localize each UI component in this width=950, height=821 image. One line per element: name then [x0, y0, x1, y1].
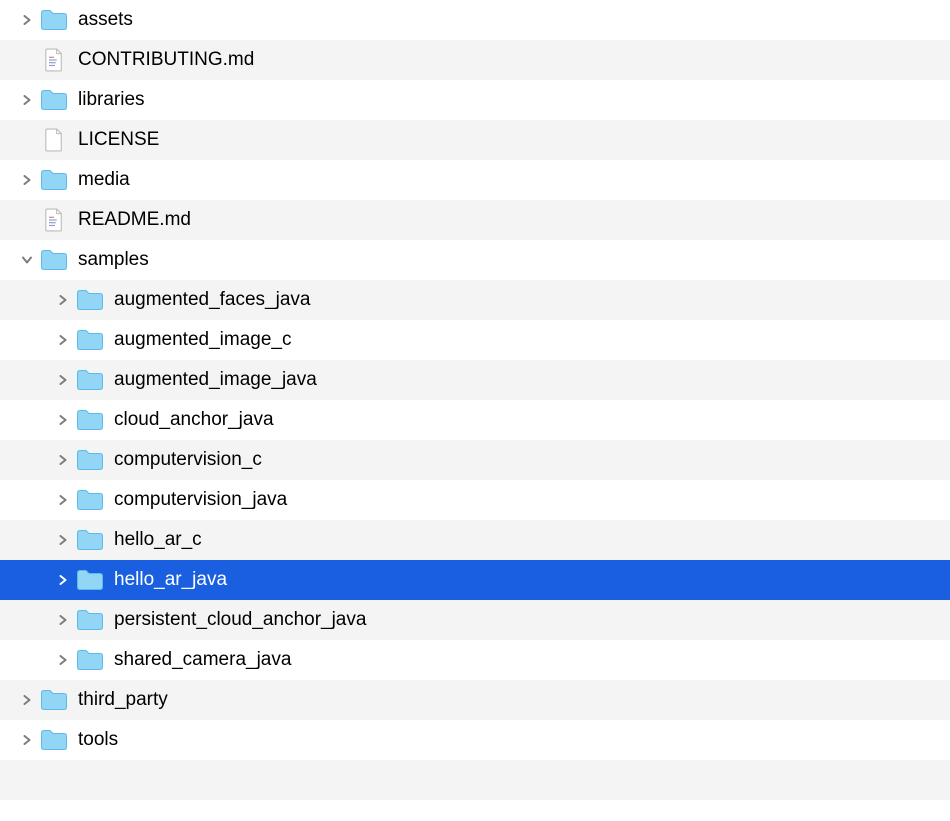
markdown-file-icon: [40, 209, 68, 231]
trailing-empty-row: [0, 760, 950, 800]
tree-item-label: media: [78, 169, 130, 191]
tree-row[interactable]: shared_camera_java: [0, 640, 950, 680]
tree-row[interactable]: cloud_anchor_java: [0, 400, 950, 440]
tree-item-label: CONTRIBUTING.md: [78, 49, 254, 71]
tree-item-label: cloud_anchor_java: [114, 409, 274, 431]
folder-icon: [76, 289, 104, 311]
tree-item-label: shared_camera_java: [114, 649, 291, 671]
chevron-right-icon[interactable]: [56, 493, 70, 507]
tree-row[interactable]: persistent_cloud_anchor_java: [0, 600, 950, 640]
tree-item-label: augmented_image_c: [114, 329, 291, 351]
tree-item-label: augmented_image_java: [114, 369, 317, 391]
tree-row[interactable]: augmented_faces_java: [0, 280, 950, 320]
tree-row[interactable]: assets: [0, 0, 950, 40]
chevron-right-icon[interactable]: [56, 573, 70, 587]
folder-icon: [76, 409, 104, 431]
folder-icon: [76, 569, 104, 591]
folder-icon: [40, 169, 68, 191]
tree-item-label: LICENSE: [78, 129, 159, 151]
folder-icon: [40, 249, 68, 271]
tree-item-label: hello_ar_java: [114, 569, 227, 591]
folder-icon: [40, 729, 68, 751]
tree-item-label: README.md: [78, 209, 191, 231]
folder-icon: [76, 329, 104, 351]
chevron-right-icon[interactable]: [20, 13, 34, 27]
folder-icon: [40, 89, 68, 111]
tree-item-label: persistent_cloud_anchor_java: [114, 609, 366, 631]
chevron-right-icon[interactable]: [56, 533, 70, 547]
chevron-right-icon[interactable]: [20, 93, 34, 107]
tree-row[interactable]: hello_ar_c: [0, 520, 950, 560]
chevron-right-icon[interactable]: [20, 733, 34, 747]
tree-row[interactable]: augmented_image_java: [0, 360, 950, 400]
markdown-file-icon: [40, 49, 68, 71]
tree-item-label: computervision_java: [114, 489, 287, 511]
tree-item-label: assets: [78, 9, 133, 31]
chevron-right-icon[interactable]: [56, 293, 70, 307]
tree-row[interactable]: computervision_c: [0, 440, 950, 480]
tree-row[interactable]: samples: [0, 240, 950, 280]
tree-item-label: augmented_faces_java: [114, 289, 310, 311]
tree-row[interactable]: LICENSE: [0, 120, 950, 160]
file-tree: assets CONTRIBUTING.md libraries LICENSE…: [0, 0, 950, 760]
chevron-right-icon[interactable]: [56, 333, 70, 347]
chevron-down-icon[interactable]: [20, 253, 34, 267]
tree-item-label: hello_ar_c: [114, 529, 202, 551]
folder-icon: [76, 649, 104, 671]
tree-row[interactable]: CONTRIBUTING.md: [0, 40, 950, 80]
chevron-right-icon[interactable]: [56, 373, 70, 387]
folder-icon: [76, 609, 104, 631]
tree-row[interactable]: libraries: [0, 80, 950, 120]
chevron-right-icon[interactable]: [56, 613, 70, 627]
chevron-right-icon[interactable]: [56, 653, 70, 667]
chevron-right-icon[interactable]: [20, 173, 34, 187]
tree-item-label: third_party: [78, 689, 168, 711]
tree-item-label: libraries: [78, 89, 145, 111]
tree-row[interactable]: augmented_image_c: [0, 320, 950, 360]
tree-row[interactable]: third_party: [0, 680, 950, 720]
folder-icon: [40, 689, 68, 711]
tree-item-label: computervision_c: [114, 449, 262, 471]
folder-icon: [76, 529, 104, 551]
chevron-right-icon[interactable]: [56, 413, 70, 427]
folder-icon: [76, 369, 104, 391]
chevron-right-icon[interactable]: [56, 453, 70, 467]
tree-row[interactable]: hello_ar_java: [0, 560, 950, 600]
folder-icon: [76, 489, 104, 511]
tree-row[interactable]: tools: [0, 720, 950, 760]
tree-item-label: samples: [78, 249, 149, 271]
tree-row[interactable]: media: [0, 160, 950, 200]
folder-icon: [40, 9, 68, 31]
folder-icon: [76, 449, 104, 471]
tree-row[interactable]: computervision_java: [0, 480, 950, 520]
chevron-right-icon[interactable]: [20, 693, 34, 707]
tree-row[interactable]: README.md: [0, 200, 950, 240]
tree-item-label: tools: [78, 729, 118, 751]
file-icon: [40, 129, 68, 151]
